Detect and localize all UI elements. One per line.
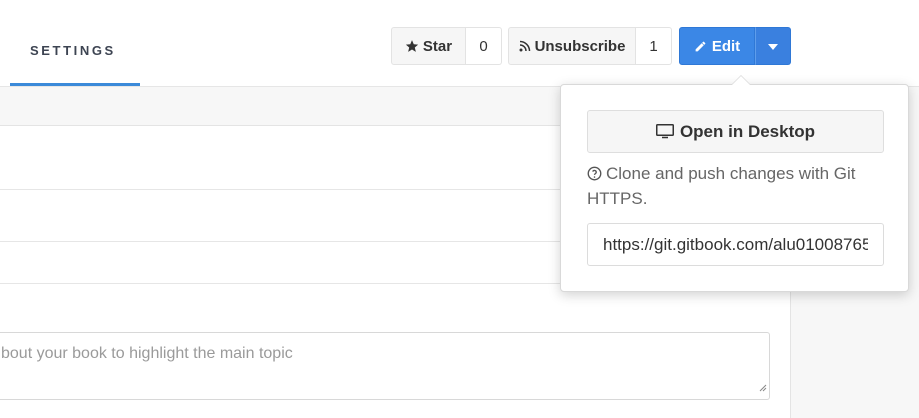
- caret-down-icon: [768, 37, 778, 55]
- edit-group: Edit: [679, 27, 791, 65]
- edit-dropdown-toggle[interactable]: [755, 27, 791, 65]
- subscribe-group: Unsubscribe 1: [508, 27, 672, 65]
- star-label: Star: [422, 37, 453, 55]
- unsubscribe-button[interactable]: Unsubscribe: [508, 27, 636, 65]
- star-group: Star 0: [391, 27, 502, 65]
- subscriber-count[interactable]: 1: [636, 27, 672, 65]
- clone-help-label: Clone and push changes with Git HTTPS.: [587, 164, 856, 208]
- monitor-icon: [655, 124, 674, 139]
- edit-button[interactable]: Edit: [679, 27, 755, 65]
- pencil-icon: [694, 40, 707, 53]
- resize-grip-icon[interactable]: [757, 379, 767, 397]
- edit-dropdown-popover: Open in Desktop Clone and push changes w…: [560, 75, 909, 292]
- star-count[interactable]: 0: [466, 27, 502, 65]
- star-button[interactable]: Star: [391, 27, 466, 65]
- description-placeholder: bout your book to highlight the main top…: [1, 345, 293, 362]
- tab-settings[interactable]: SETTINGS: [10, 0, 140, 86]
- question-circle-icon: [587, 166, 602, 181]
- open-in-desktop-button[interactable]: Open in Desktop: [587, 110, 884, 153]
- clone-help-text: Clone and push changes with Git HTTPS.: [587, 161, 887, 211]
- description-textarea[interactable]: bout your book to highlight the main top…: [0, 332, 770, 400]
- unsubscribe-label: Unsubscribe: [534, 37, 626, 55]
- clone-url-input[interactable]: [587, 223, 884, 266]
- rss-icon: [519, 40, 531, 52]
- tab-settings-label: SETTINGS: [30, 43, 116, 58]
- open-in-desktop-label: Open in Desktop: [679, 121, 816, 141]
- popover-arrow-fill: [732, 76, 750, 85]
- page: SETTINGS bout your book to highlight the…: [0, 0, 919, 418]
- star-icon: [405, 39, 419, 53]
- edit-label: Edit: [711, 37, 741, 55]
